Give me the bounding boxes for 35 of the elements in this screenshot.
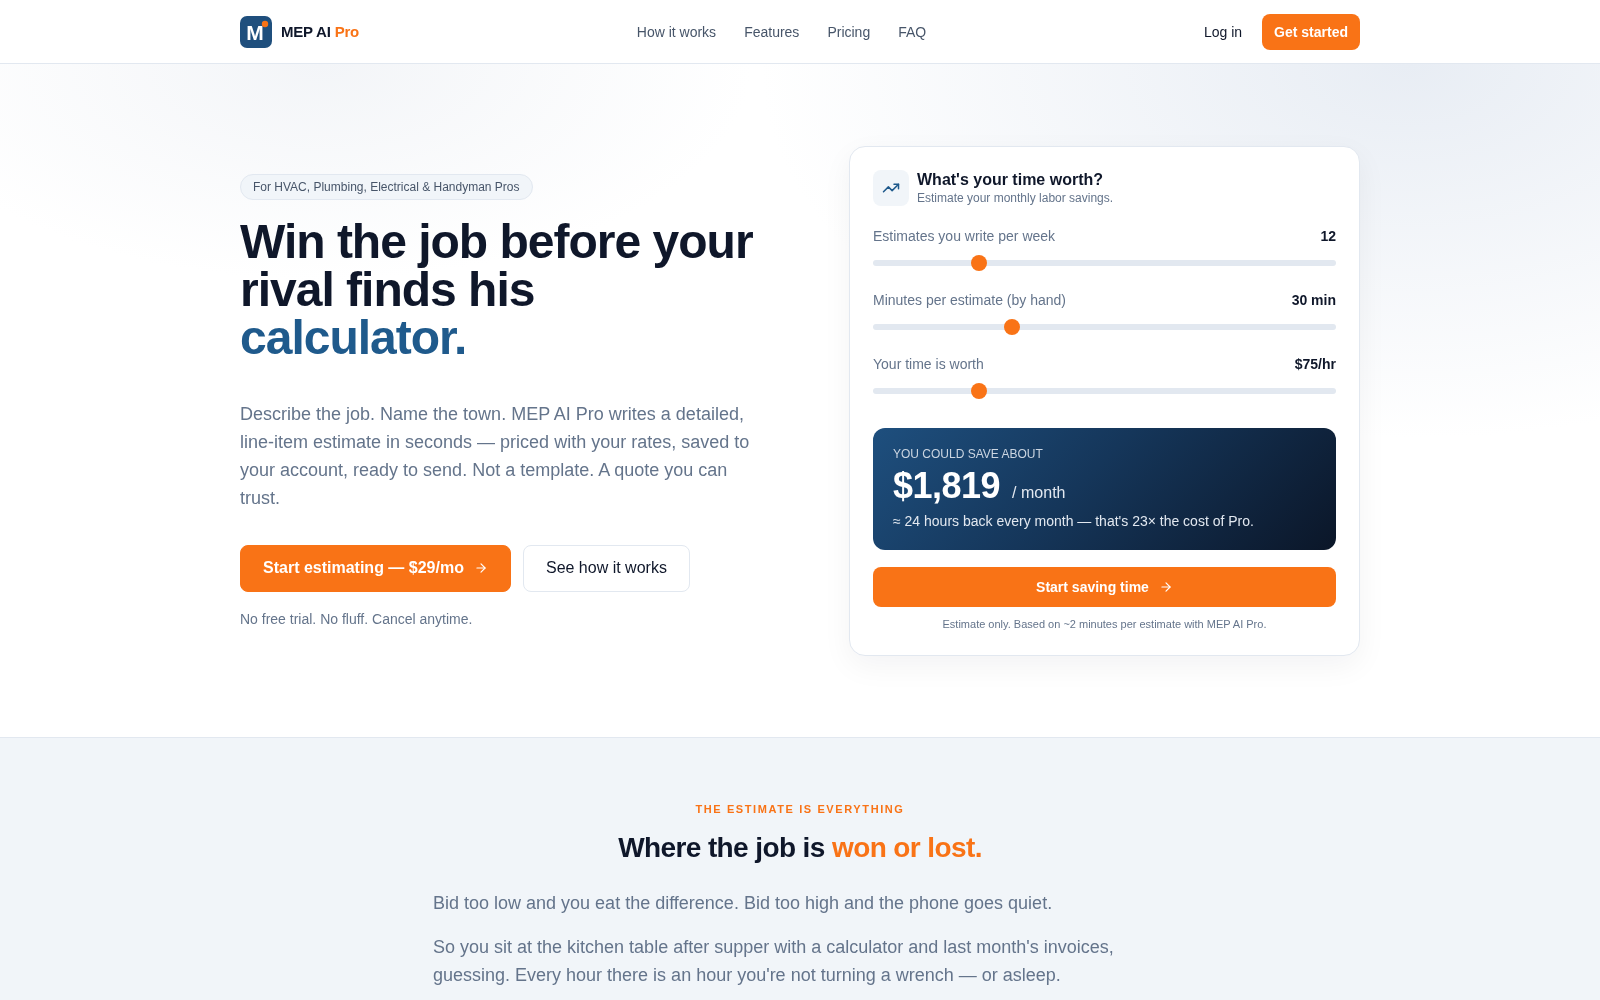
- hero-description: Describe the job. Name the town. MEP AI Pro writes a detailed, line-item estimate in seconds — priced with your rates, saved to your account, ready to send. Not a template. A quote you can trust.: [240, 402, 751, 510]
- section-heading: Where the job is won or lost.: [618, 831, 982, 865]
- card-subtitle: Estimate your monthly labor savings.: [917, 190, 1114, 206]
- login-link[interactable]: Log in: [1203, 23, 1243, 40]
- slider-label: Minutes per estimate (by hand): [873, 291, 1066, 310]
- card-title: What's your time worth?: [917, 170, 1105, 190]
- nav-link[interactable]: FAQ: [898, 23, 927, 40]
- savings-detail: ≈ 24 hours back every month — that's 23× the cost of Pro.: [893, 512, 1255, 531]
- slider-value: 12: [1320, 227, 1336, 246]
- slider-label: Your time is worth: [873, 355, 984, 374]
- hero-headline: Win the job before your rival finds his calculator.: [240, 217, 754, 362]
- nav-link[interactable]: Features: [744, 23, 800, 40]
- arrow-right-icon: [473, 561, 488, 575]
- slider-label: Estimates you write per week: [873, 227, 1056, 246]
- trend-chart-icon: [873, 170, 909, 206]
- slider-thumb[interactable]: [1003, 319, 1020, 335]
- secondary-button[interactable]: See how it works: [522, 544, 690, 592]
- hero-note: No free trial. No fluff. Cancel anytime.: [240, 609, 473, 629]
- nav-link[interactable]: Pricing: [827, 23, 871, 40]
- audience-badge: For HVAC, Plumbing, Electrical & Handyman Pros: [240, 173, 533, 200]
- arrow-right-icon: [1158, 580, 1173, 594]
- savings-unit: / month: [1012, 483, 1066, 503]
- slider-value: 30 min: [1291, 291, 1336, 310]
- slider-thumb[interactable]: [971, 255, 988, 271]
- nav-link[interactable]: How it works: [636, 23, 717, 40]
- savings-amount: $1,819: [893, 466, 1001, 506]
- savings-label: YOU COULD SAVE ABOUT: [893, 446, 1044, 462]
- logo-mark[interactable]: M: [240, 15, 272, 48]
- section-paragraph: Bid too low and you eat the difference. Bid too high and the phone goes quiet.: [433, 892, 1054, 915]
- brand-name[interactable]: MEP AI Pro: [281, 23, 360, 40]
- slider-value: $75/hr: [1294, 355, 1336, 374]
- section-eyebrow: THE ESTIMATE IS EVERYTHING: [695, 802, 905, 817]
- calculator-footnote: Estimate only. Based on ~2 minutes per estimate with MEP AI Pro.: [941, 617, 1268, 632]
- slider-thumb[interactable]: [971, 383, 988, 399]
- section-paragraph: So you sit at the kitchen table after supper with a calculator and last month's invoices, guessing. Every hour there is an hour you're not turning a wrench — or asleep.: [433, 936, 1115, 987]
